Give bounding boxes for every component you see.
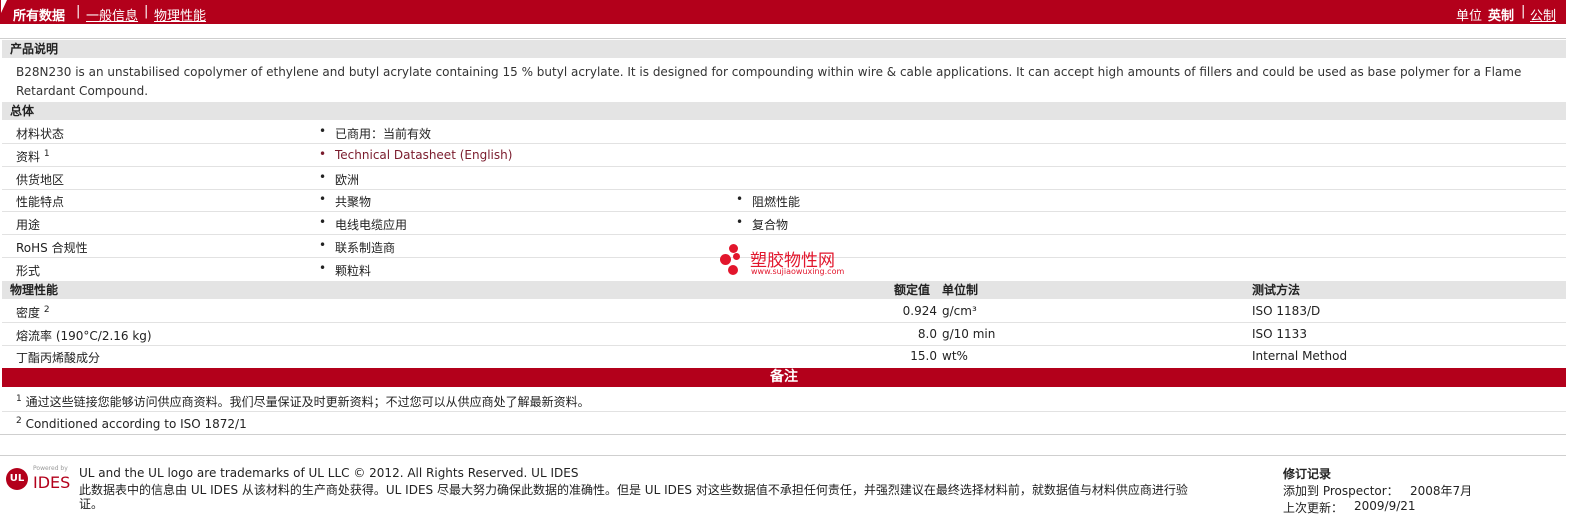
row-value: 共聚物 bbox=[319, 192, 371, 210]
physical-heading: 物理性能 bbox=[10, 283, 59, 297]
description-heading: 产品说明 bbox=[10, 42, 59, 56]
general-row-datasheet: 资料 1 Technical Datasheet (English) bbox=[2, 144, 1566, 167]
property-value: 0.924 bbox=[902, 304, 937, 318]
footnote-marker: 1 bbox=[43, 149, 50, 159]
row-value: 欧洲 bbox=[319, 170, 359, 188]
unit-english-option[interactable]: 英制 bbox=[1488, 5, 1514, 24]
physical-section-header: 物理性能 额定值 单位制 测试方法 bbox=[2, 281, 1566, 299]
note-row: 2 Conditioned according to ISO 1872/1 bbox=[2, 412, 1566, 435]
logo-powered-by-text: Powered by bbox=[33, 465, 68, 472]
divider bbox=[0, 434, 1566, 435]
row-value: 颗粒料 bbox=[319, 261, 371, 279]
trademark-text: UL and the UL logo are trademarks of UL … bbox=[79, 466, 579, 480]
description-section-header: 产品说明 bbox=[2, 40, 1566, 58]
property-method: ISO 1183/D bbox=[1252, 304, 1321, 318]
general-row-features: 性能特点 共聚物 阻燃性能 bbox=[2, 189, 1566, 212]
row-label: 材料状态 bbox=[16, 127, 65, 141]
revision-updated-label: 上次更新： bbox=[1283, 501, 1344, 515]
general-row-region: 供货地区 欧洲 bbox=[2, 167, 1566, 190]
top-navigation-bar: 所有数据 | 一般信息 | 物理性能 单位 英制 | 公制 bbox=[0, 0, 1566, 24]
note-text: 2 Conditioned according to ISO 1872/1 bbox=[16, 416, 247, 431]
property-label: 密度 2 bbox=[16, 305, 50, 320]
footnote-marker: 2 bbox=[43, 305, 50, 315]
row-value: 复合物 bbox=[736, 215, 788, 233]
property-row-density: 密度 2 0.924 g/cm³ ISO 1183/D bbox=[2, 300, 1566, 323]
unit-metric-option[interactable]: 公制 bbox=[1530, 5, 1556, 24]
ul-logo-icon: UL bbox=[6, 468, 28, 490]
row-value: 阻燃性能 bbox=[736, 192, 800, 210]
property-unit: g/cm³ bbox=[942, 304, 977, 318]
general-row-uses: 用途 电线电缆应用 复合物 bbox=[2, 212, 1566, 235]
column-header-unit: 单位制 bbox=[942, 283, 979, 297]
revision-added-value: 2008年7月 bbox=[1410, 484, 1473, 498]
tab-physical-properties[interactable]: 物理性能 bbox=[154, 5, 206, 24]
row-label: 资料 1 bbox=[16, 149, 50, 164]
property-method: ISO 1133 bbox=[1252, 327, 1307, 341]
property-label: 熔流率 (190°C/2.16 kg) bbox=[16, 329, 152, 343]
property-unit: g/10 min bbox=[942, 327, 996, 341]
row-label: 性能特点 bbox=[16, 195, 65, 209]
watermark-logo-icon bbox=[720, 244, 746, 276]
general-heading: 总体 bbox=[10, 104, 35, 118]
disclaimer-text-line2: 证。 bbox=[79, 497, 104, 511]
property-row-butyl-acrylate: 丁酯丙烯酸成分 15.0 wt% Internal Method bbox=[2, 345, 1566, 367]
tab-separator: | bbox=[144, 4, 149, 19]
disclaimer-text-line1: 此数据表中的信息由 UL IDES 从该材料的生产商处获得。UL IDES 尽最… bbox=[79, 483, 1188, 497]
unit-label: 单位 bbox=[1456, 9, 1483, 24]
row-value: 电线电缆应用 bbox=[319, 215, 407, 233]
divider bbox=[0, 38, 1566, 39]
note-row: 1 通过这些链接您能够访问供应商资料。我们尽量保证及时更新资料；不过您可以从供应… bbox=[2, 389, 1566, 412]
divider bbox=[0, 455, 1566, 456]
property-row-melt-flow: 熔流率 (190°C/2.16 kg) 8.0 g/10 min ISO 113… bbox=[2, 323, 1566, 346]
note-text: 1 通过这些链接您能够访问供应商资料。我们尽量保证及时更新资料；不过您可以从供应… bbox=[16, 394, 590, 409]
revision-added-label: 添加到 Prospector： bbox=[1283, 484, 1399, 498]
property-value: 15.0 bbox=[910, 349, 937, 363]
general-row-status: 材料状态 已商用：当前有效 bbox=[2, 121, 1566, 144]
property-method: Internal Method bbox=[1252, 349, 1348, 363]
general-section-header: 总体 bbox=[2, 102, 1566, 120]
notes-header: 备注 bbox=[2, 368, 1566, 387]
unit-separator: | bbox=[1521, 4, 1526, 19]
row-value: 联系制造商 bbox=[319, 238, 395, 256]
mouse-cursor-icon bbox=[1, 0, 11, 13]
column-header-nominal: 额定值 bbox=[894, 283, 931, 297]
watermark-url: www.sujiaowuxing.com bbox=[751, 267, 845, 276]
property-label: 丁酯丙烯酸成分 bbox=[16, 351, 101, 365]
revision-heading: 修订记录 bbox=[1283, 467, 1332, 481]
property-value: 8.0 bbox=[917, 327, 937, 341]
row-label: RoHS 合规性 bbox=[16, 241, 88, 255]
row-label: 形式 bbox=[16, 264, 41, 278]
tab-all-data[interactable]: 所有数据 bbox=[13, 5, 65, 24]
revision-updated-value: 2009/9/21 bbox=[1354, 499, 1416, 513]
datasheet-link[interactable]: Technical Datasheet (English) bbox=[319, 147, 512, 162]
column-header-method: 测试方法 bbox=[1252, 283, 1301, 297]
row-value: 已商用：当前有效 bbox=[319, 124, 431, 142]
row-label: 供货地区 bbox=[16, 173, 65, 187]
tab-general-info[interactable]: 一般信息 bbox=[86, 5, 138, 24]
ides-logo-text: IDES bbox=[33, 473, 71, 492]
tab-separator: | bbox=[76, 4, 81, 19]
row-label: 用途 bbox=[16, 218, 41, 232]
product-description-text: B28N230 is an unstabilised copolymer of … bbox=[16, 65, 1522, 98]
property-unit: wt% bbox=[942, 349, 968, 363]
